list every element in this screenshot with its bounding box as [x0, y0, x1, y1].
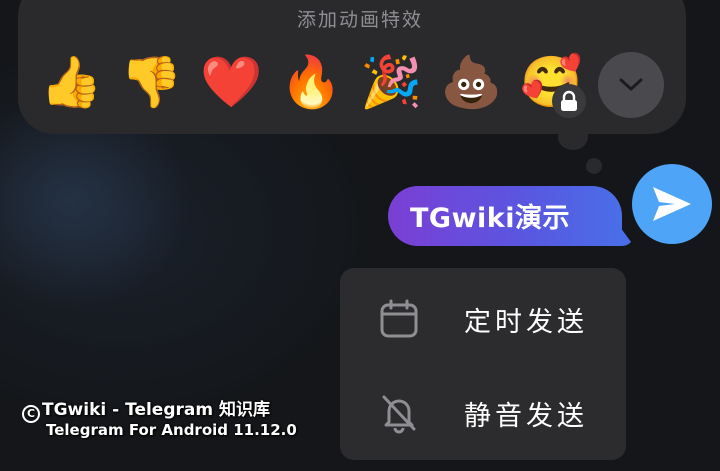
- watermark-title-text: TGwiki - Telegram 知识库: [42, 400, 270, 420]
- expand-reactions-button[interactable]: [598, 52, 664, 118]
- menu-item-silent-send[interactable]: 静音发送: [340, 366, 626, 456]
- lock-icon: [552, 84, 586, 118]
- copyright-icon: C: [22, 405, 40, 423]
- send-button[interactable]: [632, 164, 712, 244]
- menu-item-label: 静音发送: [464, 401, 588, 432]
- thumbs-up-emoji[interactable]: 👍: [40, 52, 102, 112]
- watermark-version: Telegram For Android 11.12.0: [46, 421, 297, 439]
- panel-title: 添加动画特效: [296, 9, 423, 31]
- pile-of-poo-emoji[interactable]: 💩: [440, 52, 502, 112]
- chevron-down-icon: [619, 78, 643, 91]
- send-icon: [653, 187, 691, 221]
- menu-item-schedule-send[interactable]: 定时发送: [340, 272, 626, 362]
- bell-off-icon: [382, 395, 416, 434]
- party-popper-emoji[interactable]: 🎉: [360, 52, 422, 112]
- thumbs-down-emoji[interactable]: 👎: [120, 52, 182, 112]
- panel-tail-dot-small: [586, 158, 602, 174]
- fire-emoji[interactable]: 🔥: [280, 52, 342, 112]
- panel-tail-dot-large: [558, 124, 588, 150]
- watermark-title: C TGwiki - Telegram 知识库: [22, 395, 270, 423]
- red-heart-emoji[interactable]: ❤️: [200, 52, 262, 112]
- send-options-menu: 定时发送 静音发送: [340, 268, 626, 460]
- message-text: TGwiki演示: [410, 203, 570, 234]
- calendar-icon: [380, 299, 418, 338]
- menu-item-label: 定时发送: [464, 307, 588, 338]
